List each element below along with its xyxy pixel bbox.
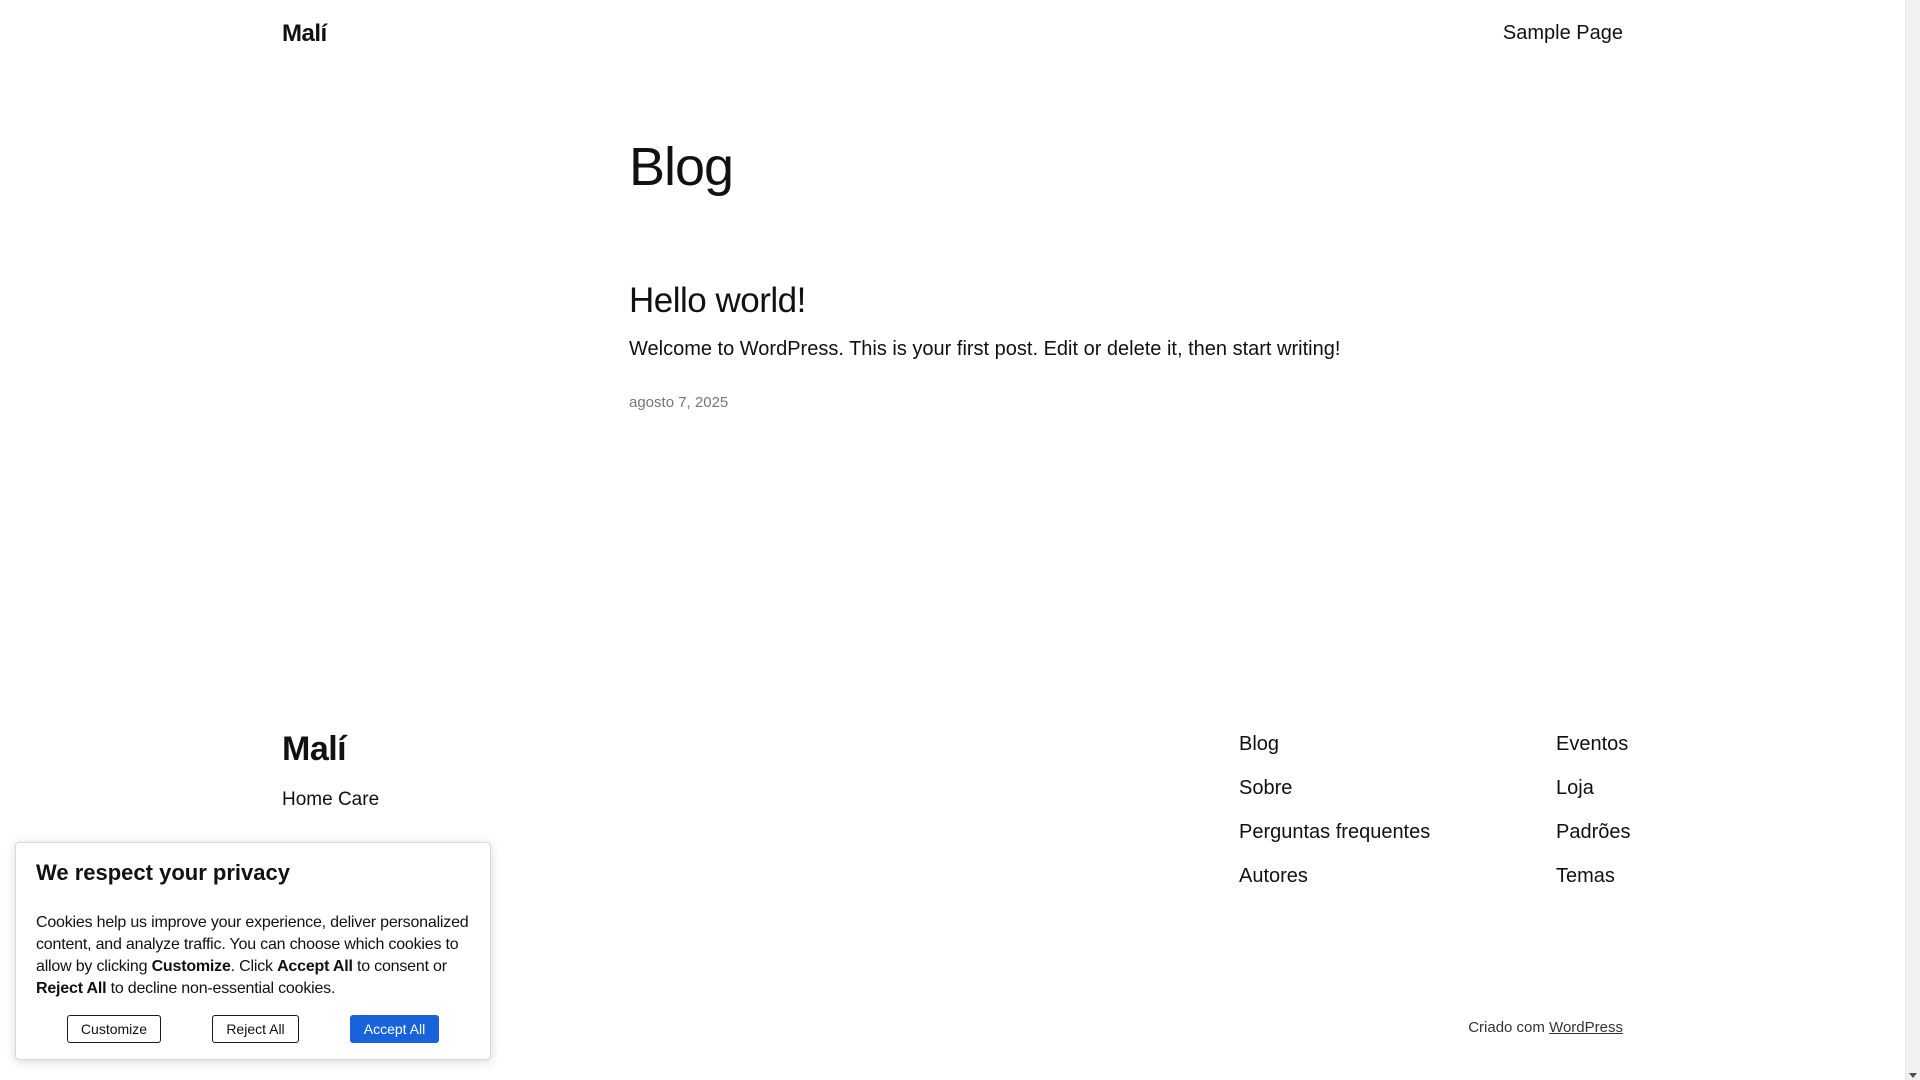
cookie-text-part-2: . Click: [230, 957, 278, 975]
footer-link-eventos[interactable]: Eventos: [1556, 731, 1631, 775]
footer-link-blog[interactable]: Blog: [1239, 731, 1430, 775]
cookie-text-part-4: to decline non-essential cookies.: [106, 979, 336, 997]
cookie-text-bold-reject: Reject All: [36, 979, 107, 997]
cookie-consent-banner: We respect your privacy Cookies help us …: [15, 842, 491, 1060]
page-title: Blog: [629, 137, 734, 197]
footer-link-autores[interactable]: Autores: [1239, 863, 1430, 907]
footer-link-temas[interactable]: Temas: [1556, 863, 1631, 907]
footer-link-perguntas-frequentes[interactable]: Perguntas frequentes: [1239, 819, 1430, 863]
cookie-banner-actions: Customize Reject All Accept All: [16, 1015, 490, 1043]
wordpress-link[interactable]: WordPress: [1549, 1019, 1623, 1036]
footer-logo[interactable]: Malí: [282, 730, 347, 769]
footer-credit: Criado com WordPress: [1468, 1019, 1623, 1036]
footer-nav-column-1: Blog Sobre Perguntas frequentes Autores: [1239, 731, 1430, 907]
accept-all-button[interactable]: Accept All: [350, 1015, 439, 1043]
footer-tagline: Home Care: [282, 789, 380, 810]
nav-item-sample-page[interactable]: Sample Page: [1503, 22, 1623, 45]
cookie-text-bold-customize: Customize: [151, 957, 231, 975]
site-title[interactable]: Malí: [282, 20, 327, 48]
reject-all-button[interactable]: Reject All: [212, 1015, 299, 1043]
page: Malí Sample Page Blog Hello world! Welco…: [0, 0, 1905, 1080]
footer-link-sobre[interactable]: Sobre: [1239, 775, 1430, 819]
cookie-text-part-3: to consent or: [352, 957, 447, 975]
credit-prefix: Criado com: [1468, 1019, 1545, 1036]
cookie-banner-title: We respect your privacy: [36, 860, 290, 885]
post-date: agosto 7, 2025: [629, 394, 729, 411]
scroll-down-arrow-icon[interactable]: [1909, 1073, 1917, 1078]
post-title-link[interactable]: Hello world!: [629, 280, 806, 322]
cookie-text-bold-accept: Accept All: [277, 957, 353, 975]
cookie-banner-text: Cookies help us improve your experience,…: [36, 912, 470, 1000]
vertical-scrollbar[interactable]: [1905, 0, 1920, 1080]
customize-button[interactable]: Customize: [67, 1015, 161, 1043]
post-excerpt: Welcome to WordPress. This is your first…: [629, 338, 1341, 360]
footer-link-padroes[interactable]: Padrões: [1556, 819, 1631, 863]
footer-link-loja[interactable]: Loja: [1556, 775, 1631, 819]
footer-nav-column-2: Eventos Loja Padrões Temas: [1556, 731, 1631, 907]
